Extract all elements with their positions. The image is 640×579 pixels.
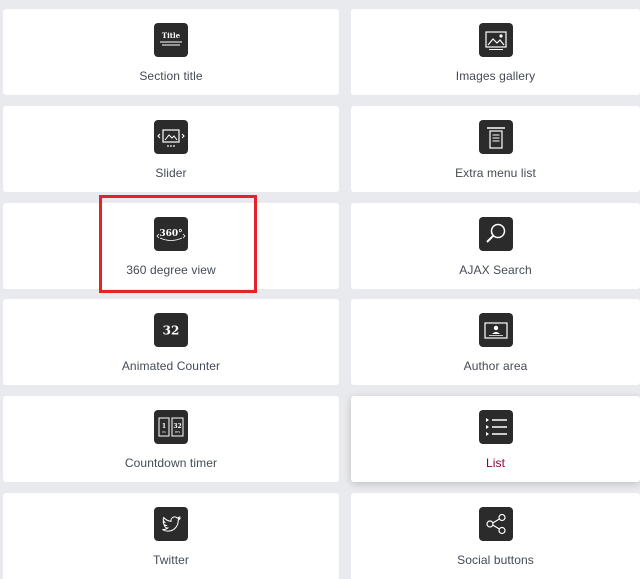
widget-label: Social buttons bbox=[457, 553, 534, 567]
widget-grid: Title Section title Images gallery Slide… bbox=[0, 0, 640, 579]
widget-label: 360 degree view bbox=[126, 263, 216, 277]
widget-label: Animated Counter bbox=[121, 359, 221, 373]
twitter-icon bbox=[154, 507, 188, 541]
list-icon bbox=[478, 410, 513, 444]
author-card-icon bbox=[478, 313, 513, 347]
widget-card-section-title[interactable]: Title Section title bbox=[3, 9, 339, 95]
widget-label: Extra menu list bbox=[455, 166, 536, 180]
360-view-icon-text: 360° bbox=[159, 229, 182, 239]
image-gallery-icon bbox=[478, 23, 513, 57]
widget-card-ajax-search[interactable]: AJAX Search bbox=[351, 203, 640, 289]
widget-label: Images gallery bbox=[455, 69, 536, 83]
widget-card-images-gallery[interactable]: Images gallery bbox=[351, 9, 640, 95]
widget-label: List bbox=[485, 456, 506, 470]
counter-icon: 32 bbox=[154, 313, 188, 347]
share-icon bbox=[478, 507, 513, 541]
section-title-icon: Title bbox=[154, 23, 188, 57]
widget-label: Section title bbox=[139, 69, 203, 83]
widget-card-list[interactable]: List bbox=[351, 396, 640, 482]
widget-label: Slider bbox=[155, 166, 187, 180]
360-view-icon: 360° bbox=[154, 217, 188, 251]
widget-card-360-degree-view[interactable]: 360° 360 degree view bbox=[3, 203, 339, 289]
widget-card-animated-counter[interactable]: 32 Animated Counter bbox=[3, 299, 339, 385]
widget-card-author-area[interactable]: Author area bbox=[351, 299, 640, 385]
section-title-icon-text: Title bbox=[162, 31, 181, 40]
search-icon bbox=[478, 217, 513, 251]
widget-label: Countdown timer bbox=[124, 456, 218, 470]
counter-icon-text: 32 bbox=[163, 324, 180, 338]
widget-card-extra-menu-list[interactable]: Extra menu list bbox=[351, 106, 640, 192]
widget-label: AJAX Search bbox=[459, 263, 532, 277]
widget-card-twitter[interactable]: Twitter bbox=[3, 493, 339, 579]
countdown-icon-minutes-unit: MTS bbox=[175, 430, 181, 434]
countdown-icon-minutes: 32 bbox=[173, 423, 181, 430]
widget-card-slider[interactable]: Slider bbox=[3, 106, 339, 192]
countdown-icon-days-unit: DS bbox=[162, 430, 166, 434]
extra-menu-list-icon bbox=[478, 120, 513, 154]
widget-label: Twitter bbox=[152, 553, 190, 567]
countdown-icon-days: 1 bbox=[162, 423, 166, 430]
widget-label: Author area bbox=[463, 359, 528, 373]
widget-card-social-buttons[interactable]: Social buttons bbox=[351, 493, 640, 579]
slider-icon bbox=[154, 120, 188, 154]
widget-card-countdown-timer[interactable]: 1 32 DS MTS Countdown timer bbox=[3, 396, 339, 482]
countdown-icon: 1 32 DS MTS bbox=[154, 410, 188, 444]
